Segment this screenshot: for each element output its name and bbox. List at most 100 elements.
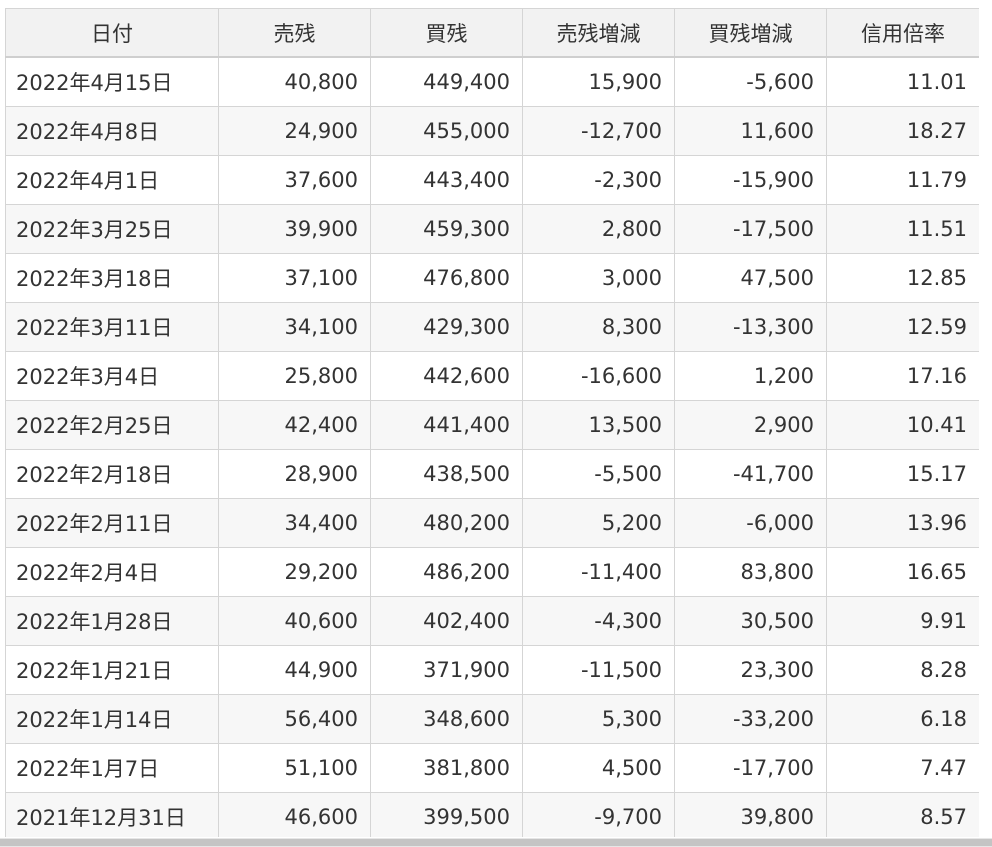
table-row: 2021年12月31日 46,600 399,500 -9,700 39,800… xyxy=(5,792,979,837)
cell-buy-balance: 429,300 xyxy=(370,302,523,352)
table-row: 2022年2月18日 28,900 438,500 -5,500 -41,700… xyxy=(5,449,979,499)
cell-buy-change: -15,900 xyxy=(674,155,827,205)
cell-sell-balance: 24,900 xyxy=(218,106,371,156)
cell-date: 2022年1月21日 xyxy=(5,645,219,695)
cell-sell-change: 2,800 xyxy=(522,204,675,254)
cell-date: 2022年3月11日 xyxy=(5,302,219,352)
cell-margin-ratio: 6.18 xyxy=(826,694,979,744)
cell-buy-change: 39,800 xyxy=(674,792,827,837)
cell-sell-balance: 46,600 xyxy=(218,792,371,837)
cell-sell-balance: 28,900 xyxy=(218,449,371,499)
cell-date: 2022年3月4日 xyxy=(5,351,219,401)
cell-sell-balance: 44,900 xyxy=(218,645,371,695)
cell-buy-change: 1,200 xyxy=(674,351,827,401)
cell-buy-balance: 442,600 xyxy=(370,351,523,401)
cell-buy-balance: 486,200 xyxy=(370,547,523,597)
cell-margin-ratio: 8.28 xyxy=(826,645,979,695)
cell-date: 2022年3月25日 xyxy=(5,204,219,254)
table-row: 2022年1月7日 51,100 381,800 4,500 -17,700 7… xyxy=(5,743,979,793)
horizontal-scrollbar[interactable] xyxy=(0,838,992,847)
cell-date: 2022年3月18日 xyxy=(5,253,219,303)
cell-buy-balance: 402,400 xyxy=(370,596,523,646)
table-row: 2022年4月15日 40,800 449,400 15,900 -5,600 … xyxy=(5,56,979,107)
cell-buy-balance: 449,400 xyxy=(370,56,523,107)
cell-date: 2022年2月4日 xyxy=(5,547,219,597)
cell-sell-balance: 39,900 xyxy=(218,204,371,254)
cell-margin-ratio: 8.57 xyxy=(826,792,979,837)
cell-margin-ratio: 11.01 xyxy=(826,56,979,107)
cell-margin-ratio: 18.27 xyxy=(826,106,979,156)
cell-buy-balance: 476,800 xyxy=(370,253,523,303)
cell-date: 2022年4月1日 xyxy=(5,155,219,205)
cell-margin-ratio: 17.16 xyxy=(826,351,979,401)
header-buy-balance: 買残 xyxy=(370,8,523,58)
cell-buy-change: 11,600 xyxy=(674,106,827,156)
cell-buy-change: 23,300 xyxy=(674,645,827,695)
cell-sell-balance: 34,100 xyxy=(218,302,371,352)
table-row: 2022年2月4日 29,200 486,200 -11,400 83,800 … xyxy=(5,547,979,597)
header-sell-change: 売残増減 xyxy=(522,8,675,58)
cell-sell-balance: 51,100 xyxy=(218,743,371,793)
cell-buy-balance: 480,200 xyxy=(370,498,523,548)
header-margin-ratio: 信用倍率 xyxy=(826,8,979,58)
cell-buy-change: 47,500 xyxy=(674,253,827,303)
table-row: 2022年3月25日 39,900 459,300 2,800 -17,500 … xyxy=(5,204,979,254)
cell-sell-change: 5,200 xyxy=(522,498,675,548)
cell-buy-balance: 371,900 xyxy=(370,645,523,695)
cell-sell-balance: 56,400 xyxy=(218,694,371,744)
cell-buy-balance: 443,400 xyxy=(370,155,523,205)
cell-date: 2021年12月31日 xyxy=(5,792,219,837)
cell-buy-change: -13,300 xyxy=(674,302,827,352)
cell-margin-ratio: 7.47 xyxy=(826,743,979,793)
cell-buy-balance: 399,500 xyxy=(370,792,523,837)
cell-buy-balance: 459,300 xyxy=(370,204,523,254)
cell-buy-change: -41,700 xyxy=(674,449,827,499)
cell-sell-balance: 40,800 xyxy=(218,56,371,107)
cell-date: 2022年4月15日 xyxy=(5,56,219,107)
cell-margin-ratio: 9.91 xyxy=(826,596,979,646)
table-row: 2022年1月28日 40,600 402,400 -4,300 30,500 … xyxy=(5,596,979,646)
cell-buy-change: -33,200 xyxy=(674,694,827,744)
cell-sell-change: -12,700 xyxy=(522,106,675,156)
cell-sell-change: -16,600 xyxy=(522,351,675,401)
cell-buy-change: -5,600 xyxy=(674,56,827,107)
margin-balance-table-container: 日付 売残 買残 売残増減 買残増減 信用倍率 2022年4月15日 40,80… xyxy=(5,8,979,837)
cell-sell-change: -4,300 xyxy=(522,596,675,646)
cell-date: 2022年2月25日 xyxy=(5,400,219,450)
cell-margin-ratio: 11.79 xyxy=(826,155,979,205)
cell-buy-change: -17,500 xyxy=(674,204,827,254)
cell-sell-change: -11,400 xyxy=(522,547,675,597)
header-sell-balance: 売残 xyxy=(218,8,371,58)
cell-buy-change: 2,900 xyxy=(674,400,827,450)
cell-sell-change: -11,500 xyxy=(522,645,675,695)
table-row: 2022年4月8日 24,900 455,000 -12,700 11,600 … xyxy=(5,106,979,156)
cell-sell-balance: 34,400 xyxy=(218,498,371,548)
cell-sell-balance: 42,400 xyxy=(218,400,371,450)
cell-sell-change: -9,700 xyxy=(522,792,675,837)
cell-margin-ratio: 16.65 xyxy=(826,547,979,597)
cell-date: 2022年1月7日 xyxy=(5,743,219,793)
cell-margin-ratio: 11.51 xyxy=(826,204,979,254)
header-buy-change: 買残増減 xyxy=(674,8,827,58)
cell-buy-change: -6,000 xyxy=(674,498,827,548)
margin-balance-table: 日付 売残 買残 売残増減 買残増減 信用倍率 2022年4月15日 40,80… xyxy=(5,8,979,837)
cell-buy-change: -17,700 xyxy=(674,743,827,793)
cell-buy-balance: 348,600 xyxy=(370,694,523,744)
cell-buy-change: 83,800 xyxy=(674,547,827,597)
cell-sell-balance: 37,600 xyxy=(218,155,371,205)
cell-sell-balance: 37,100 xyxy=(218,253,371,303)
cell-date: 2022年2月18日 xyxy=(5,449,219,499)
cell-sell-change: 8,300 xyxy=(522,302,675,352)
cell-margin-ratio: 10.41 xyxy=(826,400,979,450)
cell-margin-ratio: 12.59 xyxy=(826,302,979,352)
table-row: 2022年3月11日 34,100 429,300 8,300 -13,300 … xyxy=(5,302,979,352)
cell-buy-change: 30,500 xyxy=(674,596,827,646)
cell-buy-balance: 381,800 xyxy=(370,743,523,793)
header-date: 日付 xyxy=(5,8,219,58)
cell-sell-change: 13,500 xyxy=(522,400,675,450)
cell-buy-balance: 441,400 xyxy=(370,400,523,450)
cell-sell-balance: 40,600 xyxy=(218,596,371,646)
scrollbar-thumb[interactable] xyxy=(0,839,992,846)
cell-sell-change: 3,000 xyxy=(522,253,675,303)
cell-sell-change: 4,500 xyxy=(522,743,675,793)
